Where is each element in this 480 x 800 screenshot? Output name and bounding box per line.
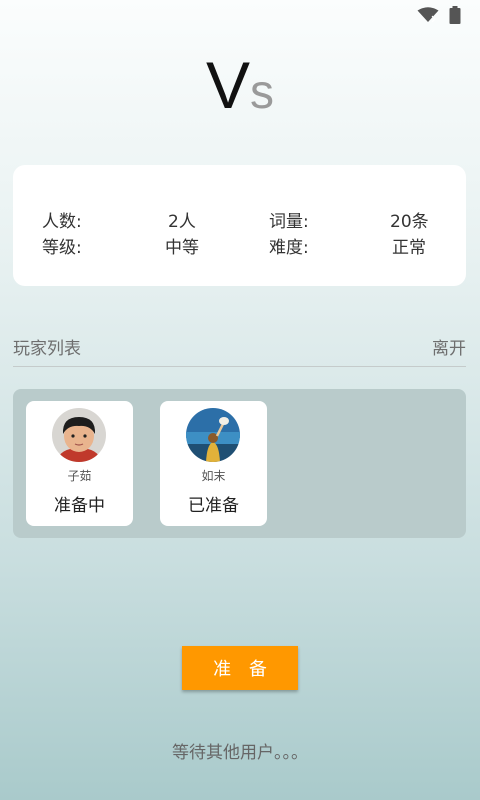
difficulty-value: 正常 [392, 238, 426, 258]
avatar [186, 408, 240, 462]
player-status: 准备中 [54, 496, 105, 516]
vs-title-v: V [205, 48, 251, 122]
leave-button[interactable]: 离开 [432, 334, 466, 359]
vs-title: Vs [0, 52, 480, 118]
avatar [52, 408, 106, 462]
level-value: 中等 [165, 238, 199, 258]
difficulty-label: 难度: [269, 238, 309, 258]
player-card[interactable]: 如末 已准备 [160, 401, 267, 526]
level-label: 等级: [42, 238, 82, 258]
player-count-value: 2人 [168, 212, 196, 232]
word-count-value: 20条 [390, 212, 429, 232]
status-bar [0, 0, 480, 30]
player-list-title: 玩家列表 [13, 339, 81, 359]
player-status: 已准备 [188, 496, 239, 516]
player-name: 子茹 [67, 469, 92, 483]
player-list-header: 玩家列表 离开 [13, 330, 466, 367]
vs-title-s: s [250, 66, 275, 119]
wifi-icon [417, 7, 439, 27]
player-list: 子茹 准备中 如末 已准备 [13, 389, 466, 538]
player-card[interactable]: 子茹 准备中 [26, 401, 133, 526]
battery-icon [449, 6, 461, 28]
game-info-card: 人数: 2人 词量: 20条 等级: 中等 难度: 正常 [13, 165, 466, 286]
player-name: 如末 [201, 469, 226, 483]
waiting-message: 等待其他用户。。。 [172, 743, 308, 763]
word-count-label: 词量: [269, 212, 309, 232]
ready-button[interactable]: 准 备 [182, 646, 298, 690]
player-count-label: 人数: [42, 212, 82, 232]
